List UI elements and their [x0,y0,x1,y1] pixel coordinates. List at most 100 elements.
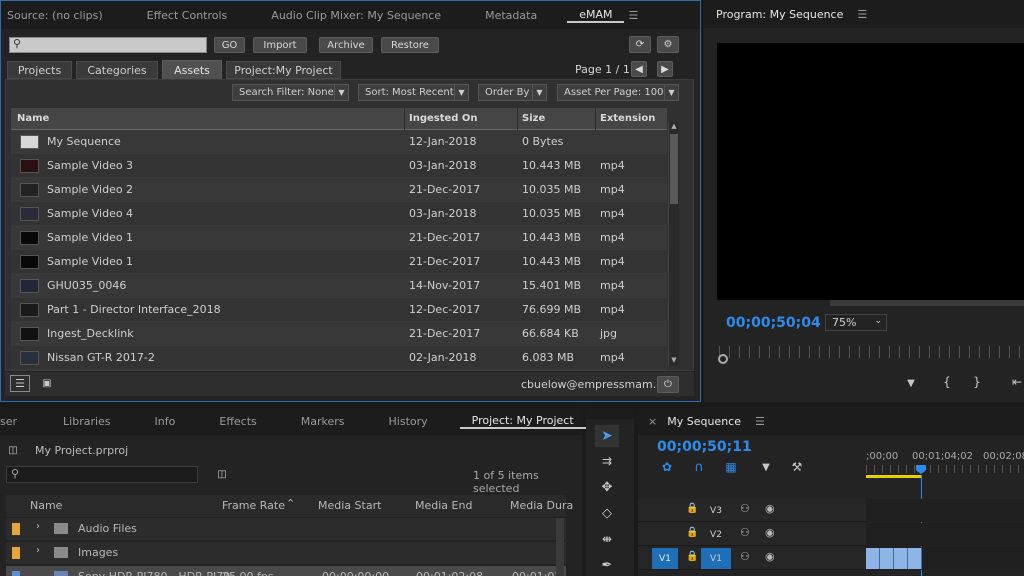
sync-lock-icon[interactable]: ⚇ [740,550,750,563]
sort-ascending-icon[interactable]: ⌃ [286,497,295,510]
ripple-edit-tool-icon[interactable]: ✥ [595,477,619,497]
project-scrollbar[interactable] [556,518,564,576]
table-row[interactable]: Sample Video 1 21-Dec-2017 10.443 MB mp4 [11,250,667,274]
eye-icon[interactable]: ◉ [765,526,775,539]
list-item[interactable]: › Images [6,542,566,564]
next-page-button[interactable]: ▶ [657,61,673,77]
menu-icon[interactable]: ☰ [753,415,767,428]
scroll-down-icon[interactable]: ▼ [669,356,679,366]
lock-icon[interactable]: 🔒 [686,551,698,562]
expand-chevron-icon[interactable]: › [36,521,40,532]
label-color-swatch[interactable] [12,523,20,535]
tab-libraries[interactable]: Libraries [51,415,123,428]
table-row[interactable]: Part 1 - Director Interface_2018 12-Dec-2… [11,298,667,322]
col-size[interactable]: Size [522,113,545,124]
col-ingested-on[interactable]: Ingested On [409,113,478,124]
close-icon[interactable]: × [638,415,663,428]
col-media-duration[interactable]: Media Dura [510,499,573,512]
eye-icon[interactable]: ◉ [765,550,775,563]
selection-tool-icon[interactable]: ➤ [595,425,619,447]
tab-audio-clip-mixer[interactable]: Audio Clip Mixer: My Sequence [259,9,453,22]
table-row[interactable]: Sample Video 3 03-Jan-2018 10.443 MB mp4 [11,154,667,178]
restore-button[interactable]: Restore [381,37,439,53]
tab-history[interactable]: History [377,415,440,428]
table-row[interactable]: GHU035_0046 14-Nov-2017 15.401 MB mp4 [11,274,667,298]
program-timecode[interactable]: 00;00;50;04 [726,315,821,331]
col-media-start[interactable]: Media Start [318,499,381,512]
subtab-categories[interactable]: Categories [76,61,158,79]
eye-icon[interactable]: ◉ [765,502,775,515]
scrollbar[interactable]: ▲ ▼ [668,122,679,366]
asset-per-page-dropdown[interactable]: Asset Per Page: 100 ▼ [557,84,679,101]
video-viewport[interactable] [717,43,1024,300]
table-row[interactable]: Sample Video 4 03-Jan-2018 10.035 MB mp4 [11,202,667,226]
subtab-assets[interactable]: Assets [162,60,222,80]
search-field[interactable]: ⚲ [9,37,207,53]
scroll-up-icon[interactable]: ▲ [669,122,679,132]
col-extension[interactable]: Extension [600,113,655,124]
menu-icon[interactable]: ☰ [855,8,869,21]
lock-icon[interactable]: 🔒 [686,503,698,514]
wrench-icon[interactable]: ⚒ [790,460,804,474]
refresh-icon[interactable]: ⟳ [629,36,651,53]
sort-dropdown[interactable]: Sort: Most Recent ▼ [358,84,469,101]
lock-icon[interactable]: 🔒 [686,527,698,538]
tab-effect-controls[interactable]: Effect Controls [135,9,240,22]
import-button[interactable]: Import [253,37,307,53]
expand-chevron-icon[interactable]: › [36,545,40,556]
timeline-ruler[interactable]: ;00;00 00;01;04;02 00;02;08 [866,447,1024,478]
new-bin-icon[interactable]: ◫ [215,468,229,480]
tab-browser[interactable]: ser [0,415,29,428]
col-frame-rate[interactable]: Frame Rate [222,499,285,512]
col-name[interactable]: Name [30,499,62,512]
track-header[interactable]: V1 🔒 V1 ⚇ ◉ [638,547,1024,570]
mark-out-icon[interactable]: } [970,375,984,389]
go-button[interactable]: GO [214,37,245,53]
marker-icon[interactable]: ▼ [759,460,773,474]
archive-button[interactable]: Archive [319,37,373,53]
label-color-swatch[interactable] [12,547,20,559]
prev-page-button[interactable]: ◀ [631,61,647,77]
menu-icon[interactable]: ☰ [624,9,642,22]
table-row[interactable]: Sample Video 2 21-Dec-2017 10.035 MB mp4 [11,178,667,202]
logout-power-icon[interactable]: ⏻ [657,376,679,393]
scroll-thumb[interactable] [670,134,678,204]
label-color-swatch[interactable] [12,571,20,576]
timeline-clip[interactable] [866,548,922,569]
tab-markers[interactable]: Markers [289,415,357,428]
playhead-start-icon[interactable] [718,354,728,364]
work-area-bar[interactable] [866,475,922,478]
pen-tool-icon[interactable]: ✒ [595,555,619,575]
search-filter-dropdown[interactable]: Search Filter: None ▼ [232,84,349,101]
table-row[interactable]: Ingest_Decklink 21-Dec-2017 66.684 KB jpg [11,322,667,346]
track-area[interactable] [866,523,1024,546]
viewport-scroll[interactable] [830,300,1024,306]
tab-emam[interactable]: eMAM [567,8,625,23]
project-search[interactable]: ⚲ [6,466,198,483]
add-edit-icon[interactable]: ▦ [724,460,738,474]
track-area[interactable] [866,499,1024,522]
timeline-timecode[interactable]: 00;00;50;11 [657,439,752,455]
track-label[interactable]: V3 [701,500,731,521]
table-row[interactable]: Nissan GT-R 2017-2 02-Jan-2018 6.083 MB mp4 [11,346,667,370]
list-view-icon[interactable]: ☰ [10,375,30,392]
program-ruler[interactable] [719,346,1024,358]
sync-lock-icon[interactable]: ⚇ [740,502,750,515]
grid-view-icon[interactable]: ▣ [39,375,55,392]
linked-selection-icon[interactable]: ∩ [692,460,706,475]
table-row[interactable]: Sample Video 1 21-Dec-2017 10.443 MB mp4 [11,226,667,250]
source-patch[interactable]: V1 [652,548,678,569]
source-patch[interactable] [652,500,678,521]
program-title[interactable]: Program: My Sequence [704,8,855,21]
source-patch[interactable] [652,524,678,545]
snap-icon[interactable]: ✿ [660,460,674,474]
go-to-in-icon[interactable]: ⇤ [1010,375,1024,389]
track-label[interactable]: V2 [701,524,731,545]
timeline-title[interactable]: My Sequence [663,415,753,428]
col-name[interactable]: Name [17,113,49,124]
razor-tool-icon[interactable]: ◇ [595,503,619,523]
list-item[interactable]: › Audio Files [6,518,566,540]
mark-in-icon[interactable]: { [940,375,954,389]
order-by-dropdown[interactable]: Order By ▼ [478,84,547,101]
table-row[interactable]: My Sequence 12-Jan-2018 0 Bytes [11,130,667,154]
